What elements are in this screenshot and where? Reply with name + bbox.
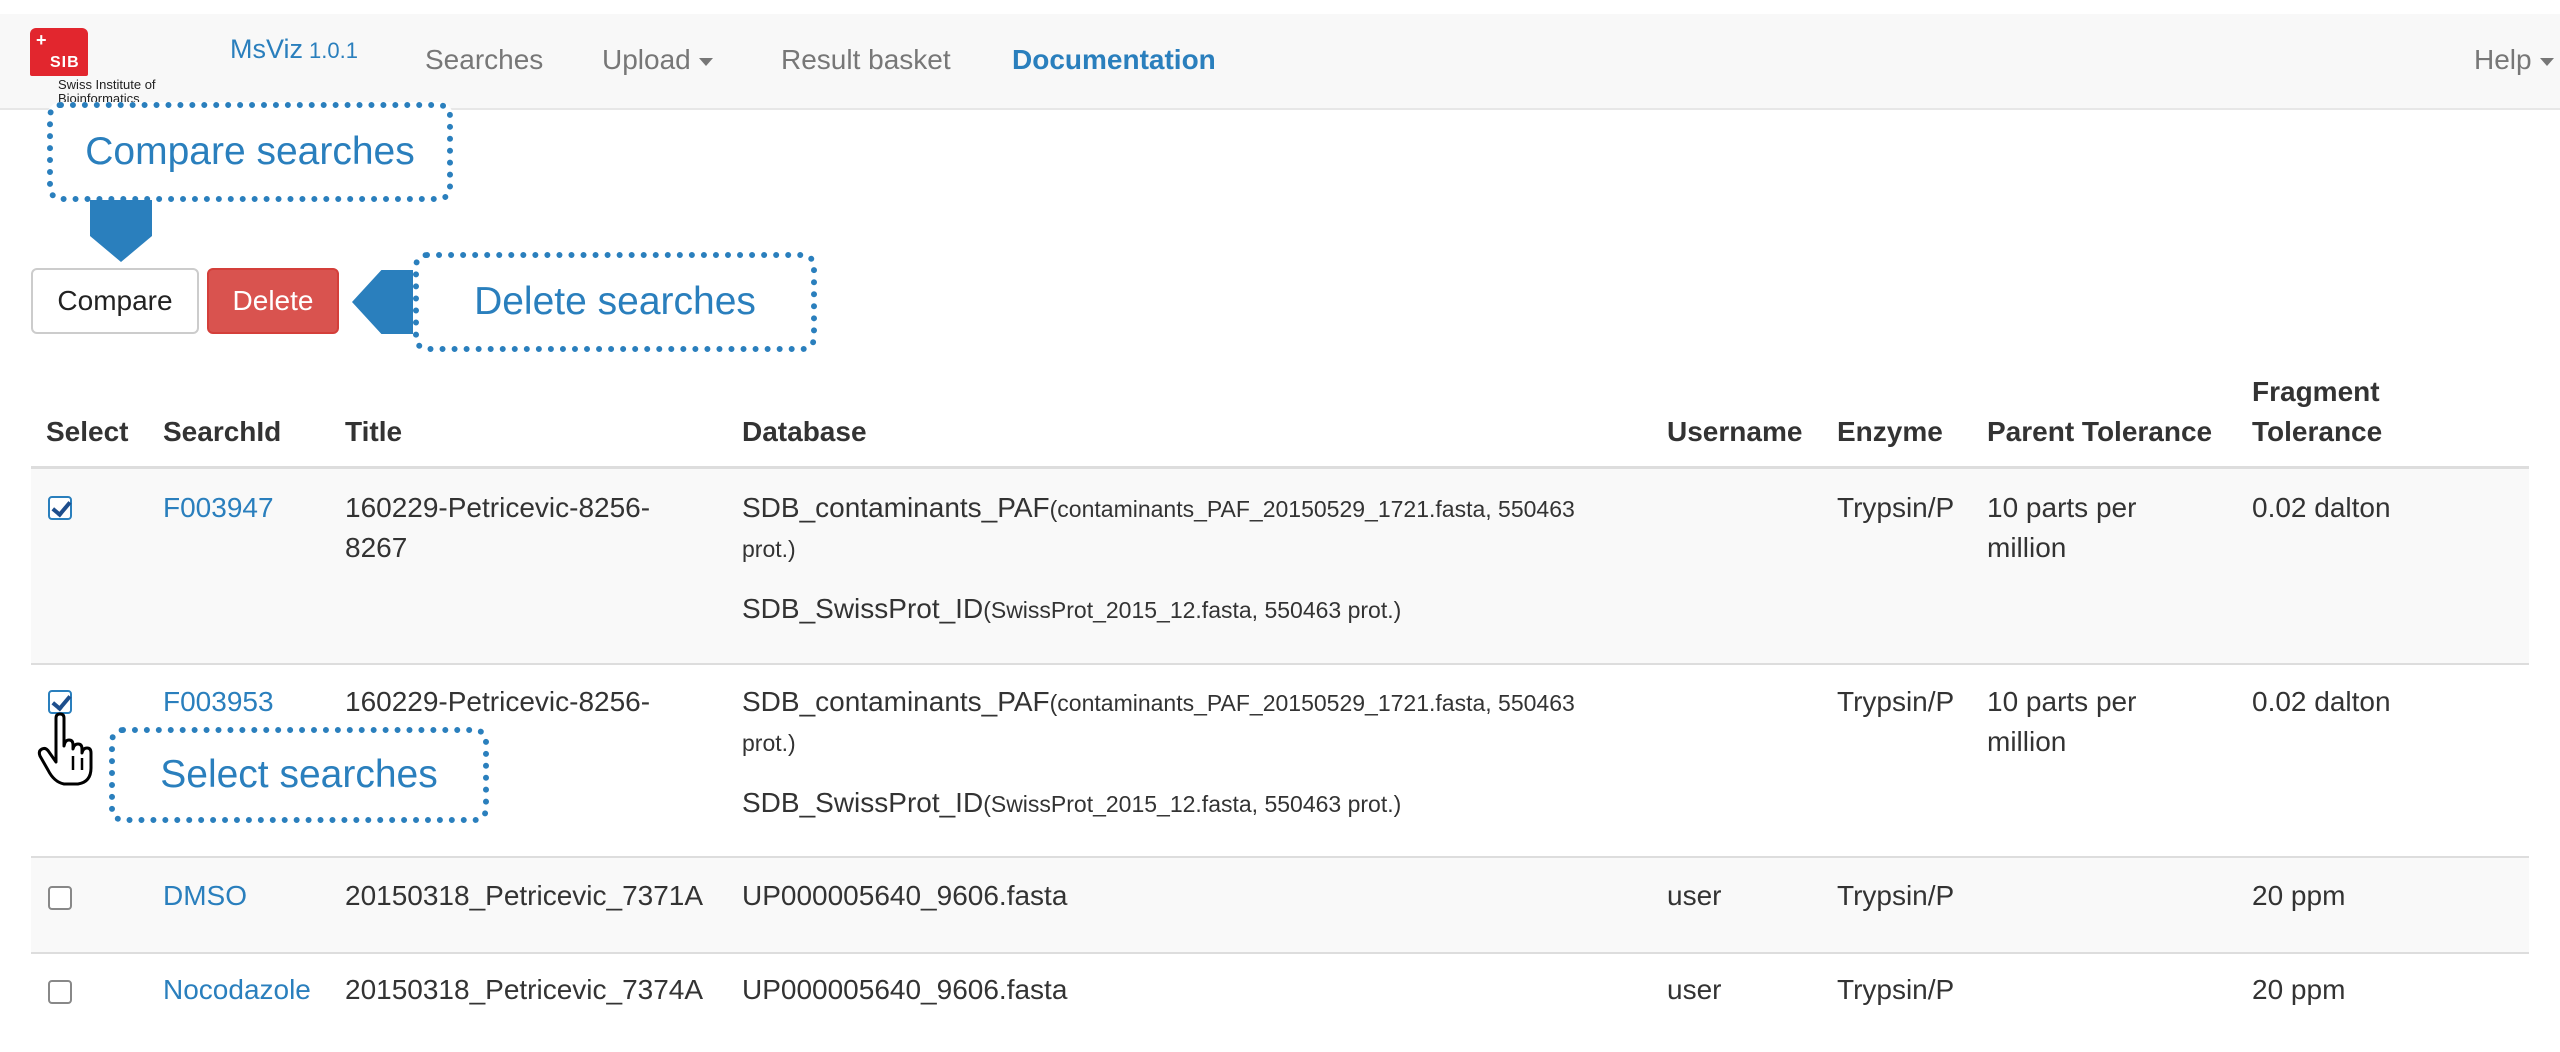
swiss-cross-icon: + xyxy=(36,30,47,50)
logo-text-line1: Swiss Institute of xyxy=(58,77,156,92)
select-searches-callout: Select searches xyxy=(109,727,489,823)
database-note-cont: prot.) xyxy=(742,536,796,562)
search-id-link[interactable]: Nocodazole xyxy=(163,970,311,1010)
header-parent-tolerance[interactable]: Parent Tolerance xyxy=(1987,412,2212,452)
nav-help[interactable]: Help xyxy=(2474,44,2554,76)
header-select: Select xyxy=(46,416,129,447)
row-divider xyxy=(31,952,2529,954)
database-note-cont: prot.) xyxy=(742,730,796,756)
chevron-down-icon xyxy=(698,57,713,66)
row-title: 20150318_Petricevic_7371A xyxy=(345,880,704,911)
row-checkbox[interactable] xyxy=(48,690,72,714)
row-enzyme: Trypsin/P xyxy=(1837,880,1955,911)
delete-button[interactable]: Delete xyxy=(207,268,339,334)
header-fragment-line1: Fragment xyxy=(2252,376,2380,407)
top-strip xyxy=(0,0,2560,14)
hand-cursor-icon xyxy=(37,712,93,786)
row-database: UP000005640_9606.fasta xyxy=(742,880,1068,911)
row-enzyme: Trypsin/P xyxy=(1837,492,1955,523)
nav-result-basket[interactable]: Result basket xyxy=(781,44,951,76)
header-title[interactable]: Title xyxy=(345,412,402,452)
row-enzyme: Trypsin/P xyxy=(1837,686,1955,717)
row-parent-tolerance: 10 parts per million xyxy=(1987,488,2136,568)
database-name: SDB_contaminants_PAF xyxy=(742,686,1050,717)
row-checkbox[interactable] xyxy=(48,886,72,910)
row-title-line2: 8267 xyxy=(345,532,408,563)
logo-mark-text: SIB xyxy=(50,54,80,71)
database-name: SDB_SwissProt_ID xyxy=(742,593,984,624)
delete-searches-callout: Delete searches xyxy=(413,252,817,352)
parent-tolerance-line2: million xyxy=(1987,532,2067,563)
header-fragment-line2: Tolerance xyxy=(2252,416,2383,447)
sib-logo[interactable]: + SIB Swiss Institute of Bioinformatics xyxy=(30,28,170,112)
row-fragment-tolerance: 0.02 dalton xyxy=(2252,686,2391,717)
header-fragment-tolerance[interactable]: Fragment Tolerance xyxy=(2252,372,2382,452)
compare-button[interactable]: Compare xyxy=(31,268,199,334)
brand[interactable]: MsViz 1.0.1 xyxy=(230,34,358,65)
row-database: SDB_contaminants_PAF(contaminants_PAF_20… xyxy=(742,488,1622,630)
compare-searches-callout: Compare searches xyxy=(47,102,453,202)
row-enzyme: Trypsin/P xyxy=(1837,974,1955,1005)
database-entry: SDB_contaminants_PAF(contaminants_PAF_20… xyxy=(742,682,1622,723)
header-enzyme[interactable]: Enzyme xyxy=(1837,412,1943,452)
row-checkbox[interactable] xyxy=(48,980,72,1004)
row-username: user xyxy=(1667,974,1722,1005)
row-fragment-tolerance: 20 ppm xyxy=(2252,880,2346,911)
row-divider xyxy=(31,663,2529,665)
database-note: (SwissProt_2015_12.fasta, 550463 prot.) xyxy=(983,791,1402,817)
chevron-down-icon xyxy=(2539,57,2554,66)
row-checkbox[interactable] xyxy=(48,496,72,520)
database-name: SDB_contaminants_PAF xyxy=(742,492,1050,523)
database-entry: SDB_contaminants_PAF(contaminants_PAF_20… xyxy=(742,488,1622,529)
header-username[interactable]: Username xyxy=(1667,412,1802,452)
row-username: user xyxy=(1667,880,1722,911)
callout-arrow-left-icon xyxy=(352,270,422,334)
search-id-link[interactable]: F003947 xyxy=(163,488,274,528)
row-title-line1: 160229-Petricevic-8256- xyxy=(345,492,651,523)
row-fragment-tolerance: 0.02 dalton xyxy=(2252,492,2391,523)
database-note: (contaminants_PAF_20150529_1721.fasta, 5… xyxy=(1049,690,1575,716)
brand-name: MsViz xyxy=(230,34,304,64)
database-note: (SwissProt_2015_12.fasta, 550463 prot.) xyxy=(983,597,1402,623)
header-searchid[interactable]: SearchId xyxy=(163,412,281,452)
row-database: SDB_contaminants_PAF(contaminants_PAF_20… xyxy=(742,682,1622,824)
nav-upload-label: Upload xyxy=(602,44,691,75)
row-title: 20150318_Petricevic_7374A xyxy=(345,974,704,1005)
row-title: 160229-Petricevic-8256- 8267 xyxy=(345,488,650,568)
brand-version: 1.0.1 xyxy=(309,38,358,63)
sib-logo-mark: + SIB xyxy=(30,28,88,76)
navbar: + SIB Swiss Institute of Bioinformatics … xyxy=(0,14,2560,110)
header-database[interactable]: Database xyxy=(742,412,867,452)
parent-tolerance-line1: 10 parts per xyxy=(1987,492,2137,523)
nav-upload[interactable]: Upload xyxy=(602,44,713,76)
nav-help-label: Help xyxy=(2474,44,2532,75)
database-entry: SDB_SwissProt_ID(SwissProt_2015_12.fasta… xyxy=(742,783,1622,824)
nav-searches[interactable]: Searches xyxy=(425,44,543,76)
row-parent-tolerance: 10 parts per million xyxy=(1987,682,2136,762)
database-name: SDB_SwissProt_ID xyxy=(742,787,984,818)
row-database: UP000005640_9606.fasta xyxy=(742,974,1068,1005)
row-title: 160229-Petricevic-8256- xyxy=(345,686,651,717)
search-id-link[interactable]: F003953 xyxy=(163,682,274,722)
nav-documentation[interactable]: Documentation xyxy=(1012,44,1216,76)
parent-tolerance-line1: 10 parts per xyxy=(1987,686,2137,717)
database-entry: SDB_SwissProt_ID(SwissProt_2015_12.fasta… xyxy=(742,589,1622,630)
parent-tolerance-line2: million xyxy=(1987,726,2067,757)
callout-arrow-down-icon xyxy=(90,200,152,262)
database-note: (contaminants_PAF_20150529_1721.fasta, 5… xyxy=(1049,496,1575,522)
search-id-link[interactable]: DMSO xyxy=(163,876,247,916)
row-fragment-tolerance: 20 ppm xyxy=(2252,974,2346,1005)
